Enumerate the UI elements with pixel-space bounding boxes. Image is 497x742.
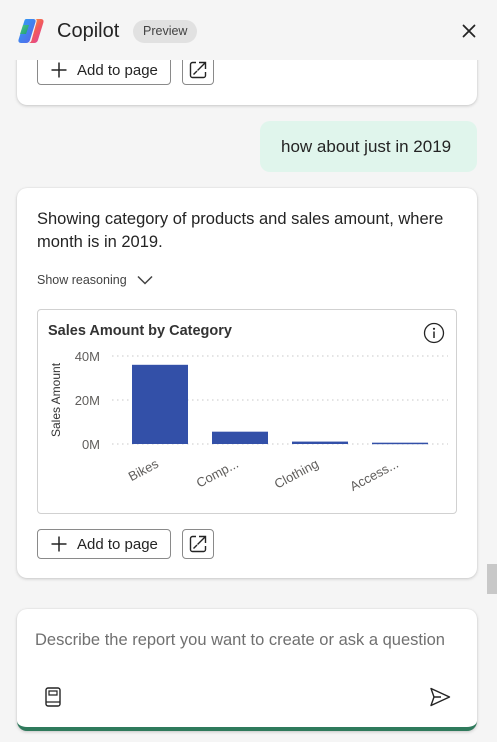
x-tick-label: Clothing [272, 456, 321, 492]
bar-0 [132, 364, 188, 444]
header: Copilot Preview [0, 0, 497, 60]
add-to-page-button[interactable]: Add to page [37, 529, 171, 559]
composer-input-placeholder[interactable]: Describe the report you want to create o… [35, 628, 455, 652]
composer[interactable]: Describe the report you want to create o… [17, 609, 477, 731]
show-reasoning-toggle[interactable]: Show reasoning [37, 273, 153, 287]
add-to-page-label: Add to page [77, 61, 158, 79]
plus-icon [51, 62, 67, 78]
scrollbar-thumb[interactable] [487, 564, 497, 594]
y-tick-label: 20M [75, 393, 100, 408]
open-in-new-icon [189, 61, 207, 79]
bar-1 [212, 431, 268, 444]
user-message: how about just in 2019 [260, 121, 477, 172]
open-in-new-icon [189, 535, 207, 553]
y-tick-label: 0M [82, 437, 100, 452]
preview-badge: Preview [133, 20, 198, 43]
y-axis-label: Sales Amount [49, 362, 63, 437]
app-title: Copilot [57, 20, 120, 42]
chevron-down-icon [137, 275, 153, 285]
bar-3 [372, 442, 428, 445]
add-to-page-label: Add to page [77, 535, 158, 553]
answer-card: Showing category of products and sales a… [17, 188, 477, 578]
prompt-guide-icon[interactable] [43, 686, 63, 708]
send-icon[interactable] [428, 686, 452, 708]
bar-chart: Sales Amount 0M 20M 40M Bikes Comp... Clothing… [49, 349, 448, 494]
plus-icon [51, 536, 67, 552]
answer-text: Showing category of products and sales a… [37, 210, 444, 251]
chart-visual[interactable]: Sales Amount by Category Sales Amount 0M 2… [37, 309, 457, 514]
x-tick-label: Comp... [194, 456, 241, 491]
y-tick-label: 40M [75, 349, 100, 364]
open-in-new-button[interactable] [182, 529, 214, 559]
x-tick-label: Access... [347, 456, 401, 494]
show-reasoning-label: Show reasoning [37, 273, 127, 287]
copilot-logo-icon [18, 19, 44, 43]
bar-2 [292, 441, 348, 444]
x-tick-label: Bikes [126, 456, 162, 484]
close-icon[interactable] [459, 21, 479, 41]
